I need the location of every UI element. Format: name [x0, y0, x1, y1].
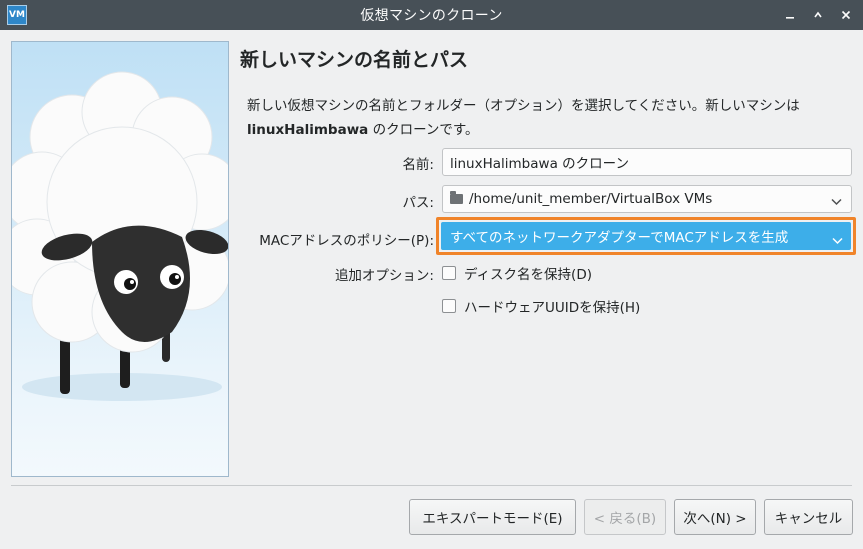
name-input[interactable] [442, 148, 852, 176]
chevron-down-icon [831, 194, 842, 210]
additional-options-label: 追加オプション: [334, 268, 434, 284]
expert-mode-button[interactable]: エキスパートモード(E) [409, 499, 576, 535]
window-title: 仮想マシンのクローン [360, 8, 503, 24]
chevron-down-icon [832, 233, 843, 249]
keep-disk-names-option[interactable]: ディスク名を保持(D) [442, 263, 592, 283]
mac-policy-value: すべてのネットワークアダプターでMACアドレスを生成 [450, 230, 789, 246]
path-select[interactable]: /home/unit_member/VirtualBox VMs [442, 185, 852, 213]
next-button[interactable]: 次へ(N) > [674, 499, 756, 535]
window-controls [783, 0, 853, 30]
description-text-end: のクローンです。 [368, 122, 479, 138]
keep-disk-names-checkbox[interactable] [442, 266, 456, 280]
clone-vm-dialog: VM 仮想マシンのクローン 新しいマシンの名前とパス 新しい仮想マシンの名前とフ… [0, 0, 863, 549]
page-title: 新しいマシンの名前とパス [240, 49, 469, 71]
path-label: パス: [402, 195, 434, 211]
description-text-start: 新しい仮想マシンの名前とフォルダー（オプション）を選択してください。新しいマシン… [247, 98, 800, 114]
folder-icon [450, 191, 463, 204]
back-button[interactable]: < 戻る(B) [584, 499, 666, 535]
button-separator [11, 485, 852, 486]
keep-hw-uuid-option[interactable]: ハードウェアUUIDを保持(H) [442, 296, 640, 316]
keep-disk-names-label: ディスク名を保持(D) [464, 267, 592, 283]
mac-policy-highlight: すべてのネットワークアダプターでMACアドレスを生成 [436, 217, 856, 255]
restore-icon[interactable] [811, 8, 825, 22]
keep-hw-uuid-label: ハードウェアUUIDを保持(H) [464, 300, 641, 316]
wizard-sheep-illustration [11, 41, 229, 477]
close-icon[interactable] [839, 8, 853, 22]
title-bar[interactable]: VM 仮想マシンのクローン [0, 0, 863, 30]
mac-policy-select[interactable]: すべてのネットワークアダプターでMACアドレスを生成 [441, 222, 851, 250]
keep-hw-uuid-checkbox[interactable] [442, 299, 456, 313]
name-label: 名前: [402, 157, 434, 173]
path-value: /home/unit_member/VirtualBox VMs [469, 191, 713, 207]
source-vm-name: linuxHalimbawa [247, 122, 369, 138]
minimize-icon[interactable] [783, 8, 797, 22]
cancel-button[interactable]: キャンセル [764, 499, 853, 535]
page-description: 新しい仮想マシンの名前とフォルダー（オプション）を選択してください。新しいマシン… [247, 94, 852, 142]
mac-policy-label: MACアドレスのポリシー(P): [259, 233, 434, 249]
virtualbox-app-icon: VM [7, 5, 27, 25]
